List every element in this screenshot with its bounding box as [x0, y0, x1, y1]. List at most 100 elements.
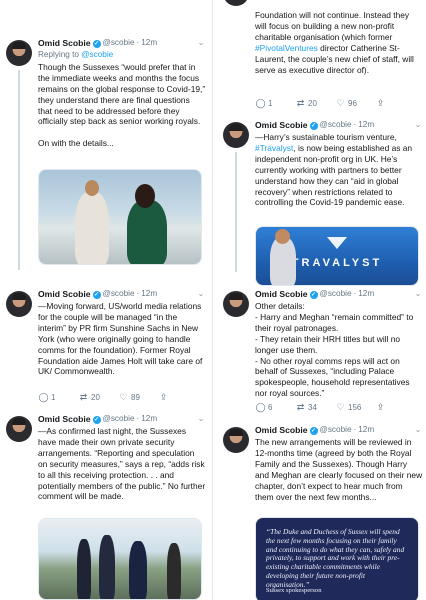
retweet-count: 20 — [308, 98, 317, 108]
tweet-time[interactable]: 12m — [141, 414, 157, 425]
tweet-time[interactable]: 12m — [358, 425, 374, 436]
chevron-down-icon[interactable]: ⌄ — [413, 289, 423, 299]
separator-dot: · — [136, 289, 140, 299]
author-name[interactable]: Omid Scobie — [38, 289, 91, 300]
quote-attribution: Sussex spokesperson — [266, 587, 322, 594]
retweet-button[interactable]: ⇄ 20 — [295, 98, 335, 109]
chevron-down-icon[interactable]: ⌄ — [413, 425, 423, 435]
photo-figure — [270, 237, 296, 285]
like-button[interactable]: ♡ 89 — [118, 392, 158, 403]
author-handle[interactable]: @scobie — [103, 38, 135, 49]
retweet-count: 20 — [91, 392, 100, 402]
retweet-icon: ⇄ — [296, 97, 305, 108]
tweet-time[interactable]: 12m — [358, 120, 374, 131]
tweet-photo[interactable] — [38, 518, 202, 600]
author-name[interactable]: Omid Scobie — [38, 414, 91, 425]
like-button[interactable]: ♡ 96 — [335, 98, 375, 109]
verified-icon: ✓ — [92, 415, 101, 424]
like-count: 89 — [131, 392, 140, 402]
reply-button[interactable]: ◯ 1 — [38, 392, 78, 403]
tweet-text: —Harry’s sustainable tourism venture, #T… — [255, 132, 423, 208]
reply-button[interactable]: ◯ 1 — [255, 98, 295, 109]
reply-icon: ◯ — [38, 391, 49, 402]
author-name[interactable]: Omid Scobie — [255, 120, 308, 131]
tweet-header: Omid Scobie ✓ @scobie · 12m — [255, 289, 423, 300]
tweet-header: Omid Scobie ✓ @scobie · 12m — [38, 289, 206, 300]
tweet-actions: ◯ 1 ⇄ 20 ♡ 96 ⇪ — [255, 97, 415, 109]
avatar[interactable] — [223, 122, 249, 148]
quote-text: “The Duke and Duchess of Sussex will spe… — [266, 527, 405, 589]
verified-icon: ✓ — [92, 39, 101, 48]
tweet-time[interactable]: 12m — [141, 289, 157, 300]
like-button[interactable]: ♡ 156 — [335, 402, 375, 413]
separator-dot: · — [353, 120, 357, 130]
separator-dot: · — [353, 289, 357, 299]
heart-icon: ♡ — [336, 401, 345, 412]
tweet-time[interactable]: 12m — [358, 289, 374, 300]
verified-icon: ✓ — [309, 426, 318, 435]
author-name[interactable]: Omid Scobie — [255, 289, 308, 300]
photo-figure — [85, 180, 99, 196]
photo-figure — [275, 229, 290, 244]
reply-count: 6 — [268, 402, 273, 412]
retweet-icon: ⇄ — [296, 401, 305, 412]
photo-figure — [127, 200, 167, 264]
separator-dot: · — [136, 414, 140, 424]
tweet-photo[interactable] — [38, 169, 202, 265]
author-handle[interactable]: @scobie — [320, 120, 352, 131]
chevron-down-icon[interactable]: ⌄ — [196, 289, 206, 299]
left-column: Omid Scobie ✓ @scobie · 12m ⌄ Replying t… — [0, 0, 209, 600]
verified-icon: ✓ — [309, 121, 318, 130]
author-name[interactable]: Omid Scobie — [38, 38, 91, 49]
tweet-actions: ◯ 6 ⇄ 34 ♡ 156 ⇪ — [255, 401, 415, 413]
avatar[interactable] — [223, 291, 249, 317]
share-button[interactable]: ⇪ — [375, 402, 415, 413]
avatar[interactable] — [6, 416, 32, 442]
verified-icon: ✓ — [92, 290, 101, 299]
hashtag-link[interactable]: #Travalyst — [255, 143, 293, 153]
reply-count: 1 — [51, 392, 56, 402]
author-handle[interactable]: @scobie — [320, 289, 352, 300]
photo-figure — [99, 535, 115, 599]
author-handle[interactable]: @scobie — [103, 414, 135, 425]
author-name[interactable]: Omid Scobie — [255, 425, 308, 436]
photo-figure — [135, 184, 155, 208]
chevron-down-icon[interactable]: ⌄ — [413, 120, 423, 130]
retweet-button[interactable]: ⇄ 34 — [295, 402, 335, 413]
replying-to: Replying to @scobie — [38, 50, 206, 61]
like-count: 156 — [348, 402, 362, 412]
retweet-button[interactable]: ⇄ 20 — [78, 392, 118, 403]
tweet-text: Though the Sussexes “would prefer that i… — [38, 61, 206, 149]
avatar[interactable] — [223, 0, 249, 6]
share-button[interactable]: ⇪ — [158, 392, 198, 403]
tweet-photo[interactable]: TRAVALYST — [255, 226, 419, 286]
tweet-quote-image[interactable]: “The Duke and Duchess of Sussex will spe… — [255, 517, 419, 600]
tweet-text-part: Foundation will not continue. Instead th… — [255, 10, 410, 42]
avatar[interactable] — [6, 291, 32, 317]
tweet-time[interactable]: 12m — [141, 38, 157, 49]
chevron-down-icon[interactable]: ⌄ — [196, 38, 206, 48]
right-column: Foundation will not continue. Instead th… — [217, 0, 426, 600]
tweet-text: The new arrangements will be reviewed in… — [255, 437, 423, 502]
chevron-down-icon[interactable]: ⌄ — [196, 414, 206, 424]
author-handle[interactable]: @scobie — [103, 289, 135, 300]
verified-icon: ✓ — [309, 290, 318, 299]
photo-figure — [129, 541, 147, 599]
like-count: 96 — [348, 98, 357, 108]
reply-button[interactable]: ◯ 6 — [255, 402, 295, 413]
tweet-text: —As confirmed last night, the Sussexes h… — [38, 426, 206, 502]
reply-icon: ◯ — [255, 97, 266, 108]
tweet-header: Omid Scobie ✓ @scobie · 12m — [38, 38, 206, 49]
tweet-text-part: —Harry’s sustainable tourism venture, — [255, 132, 397, 142]
separator-dot: · — [353, 425, 357, 435]
hashtag-link[interactable]: #PivotalVentures — [255, 43, 318, 53]
thread-line — [18, 70, 20, 270]
avatar[interactable] — [223, 427, 249, 453]
share-button[interactable]: ⇪ — [375, 98, 415, 109]
author-handle[interactable]: @scobie — [320, 425, 352, 436]
avatar[interactable] — [6, 40, 32, 66]
reply-count: 1 — [268, 98, 273, 108]
separator-dot: · — [136, 38, 140, 48]
reply-handle-link[interactable]: @scobie — [81, 50, 113, 59]
heart-icon: ♡ — [119, 391, 128, 402]
